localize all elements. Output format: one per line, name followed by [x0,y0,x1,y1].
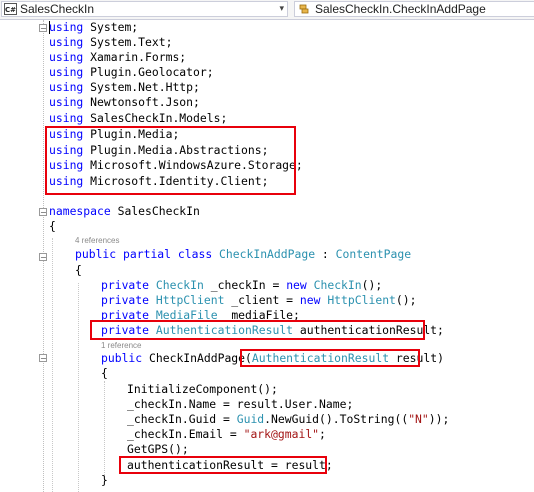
csharp-file-icon: C# [4,3,17,15]
using-line: using Xamarin.Forms; [49,50,187,64]
indent-guide [52,238,53,492]
using-line: using Newtonsoft.Json; [49,95,200,109]
statement-line: _checkIn.Email = "ark@gmail"; [127,427,326,441]
class-declaration: public partial class CheckInAddPage : Co… [75,247,412,261]
field-line: private HttpClient _client = new HttpCli… [101,293,417,307]
highlight-parameter-box [240,349,420,367]
codelens-references[interactable]: 4 references [75,236,119,245]
namespace-line: namespace SalesCheckIn [49,204,200,218]
collapse-usings-icon[interactable]: − [39,24,47,33]
collapse-class-icon[interactable]: − [39,253,47,262]
highlight-assignment-box [119,456,327,474]
codelens-references[interactable]: 1 reference [101,341,141,350]
using-line: using System; [49,20,139,34]
statement-line: GetGPS(); [127,442,189,456]
project-name: SalesCheckIn [20,2,95,16]
field-line: private CheckIn _checkIn = new CheckIn()… [101,278,383,292]
indent-guide [104,381,105,481]
indent-guide [78,283,79,492]
chevron-down-icon[interactable]: ▾ [279,2,284,17]
statement-line: _checkIn.Name = result.User.Name; [127,397,354,411]
member-dropdown[interactable]: SalesCheckIn.CheckInAddPage [294,1,534,17]
class-icon [299,4,309,14]
navigation-bar: C# SalesCheckIn ▾ SalesCheckIn.CheckInAd… [0,0,534,20]
highlight-field-box [90,320,425,340]
using-line: using Plugin.Geolocator; [49,65,214,79]
open-brace: { [75,263,82,277]
statement-line: _checkIn.Guid = Guid.NewGuid().ToString(… [127,412,450,426]
collapse-constructor-icon[interactable]: − [39,354,47,363]
collapse-namespace-icon[interactable]: − [39,208,47,217]
using-line: using System.Text; [49,35,173,49]
using-line: using SalesCheckIn.Models; [49,111,228,125]
open-brace: { [49,219,56,233]
highlight-usings-box [45,126,296,195]
using-line: using System.Net.Http; [49,80,200,94]
project-dropdown[interactable]: C# SalesCheckIn ▾ [1,1,288,17]
code-editor[interactable]: − − − − using System; using System.Text;… [0,20,534,492]
member-name: SalesCheckIn.CheckInAddPage [315,2,486,16]
open-brace: { [101,366,108,380]
statement-line: InitializeComponent(); [127,382,278,396]
close-brace: } [101,473,108,487]
